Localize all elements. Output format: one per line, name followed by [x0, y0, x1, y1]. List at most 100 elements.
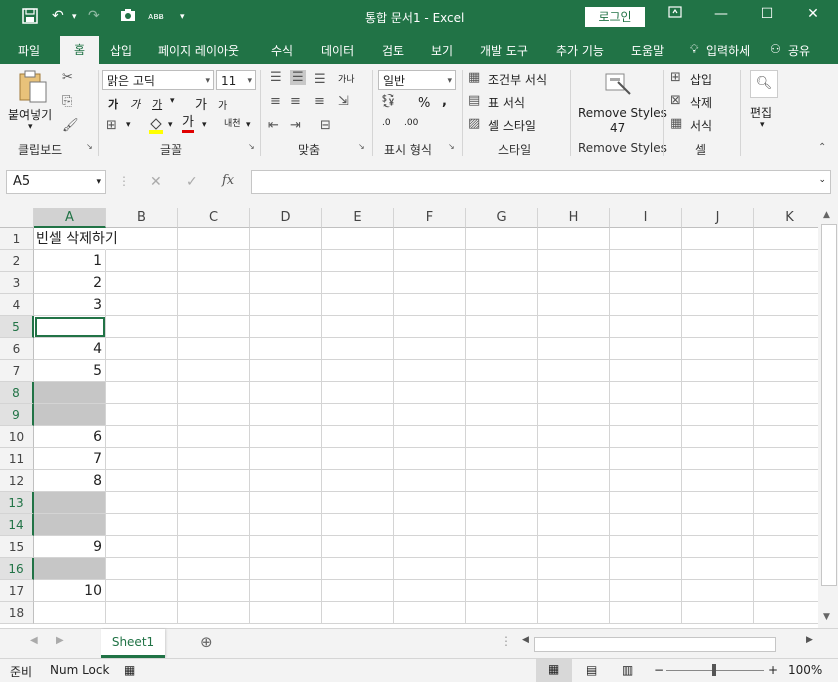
horizontal-scroll-thumb[interactable] — [534, 637, 776, 652]
grid-cell[interactable] — [250, 448, 322, 470]
grid-cell[interactable] — [610, 338, 682, 360]
grid-cell[interactable] — [682, 492, 754, 514]
grid-cell[interactable] — [466, 580, 538, 602]
next-sheet-icon[interactable]: ▶ — [56, 635, 64, 646]
grid-cell[interactable] — [322, 382, 394, 404]
grid-cell[interactable] — [250, 514, 322, 536]
insert-cells-button[interactable]: 삽입 — [690, 71, 712, 88]
redo-icon[interactable]: ↷ — [88, 8, 100, 24]
grid-cell[interactable] — [250, 602, 322, 624]
grid-cell[interactable] — [610, 228, 682, 250]
font-color-button[interactable]: 가 — [182, 116, 194, 133]
grid-cell[interactable] — [682, 536, 754, 558]
grid-cell[interactable] — [178, 514, 250, 536]
grid-cell[interactable] — [106, 602, 178, 624]
grid-cell[interactable] — [466, 470, 538, 492]
border-dropdown-icon[interactable]: ▾ — [126, 120, 131, 130]
grid-cell[interactable] — [754, 514, 818, 536]
grid-cell[interactable] — [682, 514, 754, 536]
grid-cell[interactable] — [466, 426, 538, 448]
cell-a13[interactable] — [34, 492, 106, 514]
grid-cell[interactable] — [250, 382, 322, 404]
grid-cell[interactable] — [394, 536, 466, 558]
grid-cell[interactable] — [466, 272, 538, 294]
grid-cell[interactable] — [322, 426, 394, 448]
align-center-icon[interactable]: ≡ — [290, 94, 301, 109]
grid-cell[interactable] — [250, 228, 322, 250]
align-bottom-icon[interactable]: ☰ — [314, 72, 326, 87]
cell-a16[interactable] — [34, 558, 106, 580]
grid-cell[interactable] — [610, 360, 682, 382]
grid-cell[interactable] — [250, 338, 322, 360]
grid-cell[interactable] — [178, 294, 250, 316]
percent-button[interactable]: % — [418, 96, 430, 111]
person-icon[interactable]: ⚇ — [770, 42, 781, 56]
zoom-in-button[interactable]: + — [768, 663, 778, 677]
grid-cell[interactable] — [754, 404, 818, 426]
grid-cell[interactable] — [106, 228, 178, 250]
column-header-k[interactable]: K — [754, 208, 818, 228]
grid-cell[interactable] — [394, 382, 466, 404]
format-as-table-button[interactable]: 표 서식 — [488, 94, 525, 111]
tab-review[interactable]: 검토 — [382, 42, 404, 59]
grid-cell[interactable] — [178, 558, 250, 580]
grid-cell[interactable] — [106, 360, 178, 382]
page-layout-view-icon[interactable]: ▤ — [586, 663, 597, 677]
grid-cell[interactable] — [394, 580, 466, 602]
grid-cell[interactable] — [178, 272, 250, 294]
remove-styles-button[interactable]: Remove Styles — [578, 106, 667, 120]
grid-cell[interactable] — [610, 448, 682, 470]
grid-cell[interactable] — [394, 602, 466, 624]
grid-cell[interactable] — [466, 338, 538, 360]
fill-dropdown-icon[interactable]: ▾ — [168, 120, 173, 130]
row-header[interactable]: 3 — [0, 272, 34, 294]
grid-cell[interactable] — [322, 492, 394, 514]
name-box[interactable]: A5 ▾ — [6, 170, 106, 194]
worksheet-grid[interactable]: ABCDEFGHIJK 1 빈셀 삭제하기 2 1 3 2 4 3 5 6 4 7 5 8 9 10 6 11 7 1… — [0, 208, 818, 628]
accounting-format-icon[interactable]: 💱︎ — [380, 94, 397, 109]
grid-cell[interactable] — [754, 492, 818, 514]
cell-a17[interactable]: 10 — [34, 580, 106, 602]
phonetic-dropdown-icon[interactable]: ▾ — [246, 120, 251, 130]
cell-a1[interactable]: 빈셀 삭제하기 — [34, 228, 118, 250]
grid-cell[interactable] — [754, 536, 818, 558]
grid-cell[interactable] — [106, 470, 178, 492]
formula-input[interactable]: ⌄ — [251, 170, 831, 194]
grid-cell[interactable] — [322, 448, 394, 470]
column-header-j[interactable]: J — [682, 208, 754, 228]
grid-cell[interactable] — [106, 294, 178, 316]
sheet-tab-sheet1[interactable]: Sheet1 — [101, 629, 165, 658]
grid-cell[interactable] — [754, 228, 818, 250]
grid-cell[interactable] — [610, 272, 682, 294]
grid-cell[interactable] — [538, 294, 610, 316]
grid-cell[interactable] — [754, 448, 818, 470]
page-break-view-icon[interactable]: ▥ — [622, 663, 633, 677]
grid-cell[interactable] — [178, 404, 250, 426]
grid-cell[interactable] — [538, 228, 610, 250]
paste-label[interactable]: 붙여넣기 — [8, 106, 52, 123]
grid-cell[interactable] — [394, 316, 466, 338]
orientation-button[interactable]: 가나 — [338, 72, 355, 85]
tab-formulas[interactable]: 수식 — [271, 42, 293, 59]
lightbulb-icon[interactable]: 💡︎ — [690, 42, 698, 57]
grid-cell[interactable] — [322, 272, 394, 294]
grid-cell[interactable] — [538, 558, 610, 580]
grid-cell[interactable] — [106, 404, 178, 426]
tab-developer[interactable]: 개발 도구 — [480, 42, 528, 59]
grid-cell[interactable] — [106, 338, 178, 360]
macro-record-icon[interactable]: ▦ — [124, 663, 135, 677]
grid-cell[interactable] — [466, 536, 538, 558]
font-name-select[interactable]: 맑은 고딕 ▾ — [102, 70, 214, 90]
grid-cell[interactable] — [178, 426, 250, 448]
grid-cell[interactable] — [250, 316, 322, 338]
column-header-c[interactable]: C — [178, 208, 250, 228]
column-header-i[interactable]: I — [610, 208, 682, 228]
cell-a10[interactable]: 6 — [34, 426, 106, 448]
cell-a7[interactable]: 5 — [34, 360, 106, 382]
grid-cell[interactable] — [178, 448, 250, 470]
grid-cell[interactable] — [754, 426, 818, 448]
grid-cell[interactable] — [178, 602, 250, 624]
restore-icon[interactable]: ☐ — [752, 6, 782, 22]
row-header[interactable]: 9 — [0, 404, 34, 426]
grid-cell[interactable] — [610, 294, 682, 316]
